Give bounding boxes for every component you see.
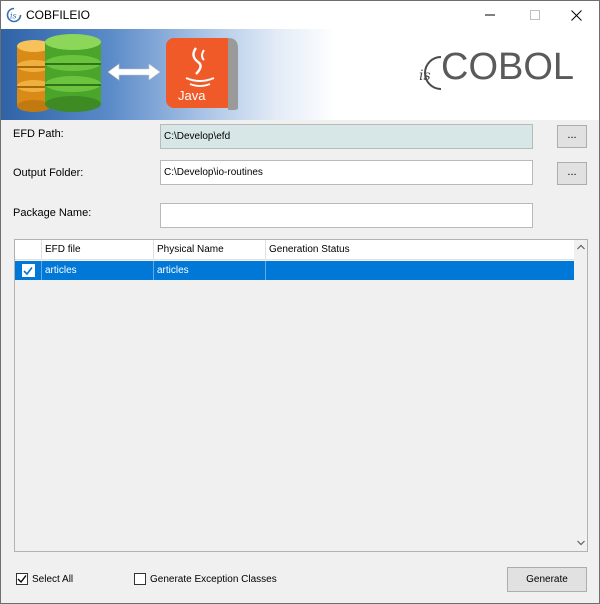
output-folder-field[interactable]: C:\Develop\io-routines [160, 160, 533, 185]
window-title: COBFILEIO [26, 8, 91, 22]
row-efd-file: articles [42, 261, 154, 280]
checkmark-icon [17, 575, 27, 584]
output-folder-label: Output Folder: [13, 167, 84, 179]
title-bar[interactable]: is COBFILEIO [1, 1, 599, 29]
scroll-down-button[interactable] [574, 536, 587, 550]
column-header-physical-name[interactable]: Physical Name [154, 240, 266, 260]
logo-wordmark: COBOL [441, 46, 575, 88]
close-button[interactable] [554, 1, 599, 29]
select-all-checkbox[interactable] [16, 573, 28, 585]
table-scrollbar[interactable] [574, 240, 587, 551]
table-row[interactable]: articles articles [15, 261, 574, 280]
close-icon [571, 9, 582, 21]
chevron-down-icon [576, 540, 585, 546]
maximize-button[interactable] [512, 1, 557, 29]
row-checkbox[interactable] [15, 261, 42, 280]
output-folder-browse-button[interactable]: ... [557, 162, 587, 185]
minimize-icon [484, 14, 495, 16]
header-banner: Java is COBOL [1, 29, 599, 120]
chevron-up-icon [576, 244, 585, 250]
generate-button[interactable]: Generate [507, 567, 587, 592]
logo-prefix: is [419, 68, 431, 84]
efd-path-label: EFD Path: [13, 128, 64, 140]
generate-exceptions-label[interactable]: Generate Exception Classes [150, 573, 277, 586]
column-header-generation-status[interactable]: Generation Status [266, 240, 574, 260]
efd-files-table[interactable]: EFD file Physical Name Generation Status… [14, 239, 588, 552]
java-logo-icon: Java [166, 38, 238, 110]
double-arrow-icon [108, 63, 160, 81]
row-generation-status [266, 261, 574, 280]
svg-text:is: is [10, 12, 17, 21]
java-logo-text: Java [178, 88, 206, 103]
package-name-label: Package Name: [13, 207, 92, 219]
scroll-up-button[interactable] [574, 240, 587, 254]
row-physical-name: articles [154, 261, 266, 280]
column-header-check [15, 240, 42, 260]
checkmark-icon [23, 266, 33, 275]
minimize-button[interactable] [467, 1, 512, 29]
package-name-field[interactable] [160, 203, 533, 228]
efd-path-field[interactable]: C:\Develop\efd [160, 124, 533, 149]
column-header-efd-file[interactable]: EFD file [42, 240, 154, 260]
select-all-label[interactable]: Select All [32, 573, 73, 586]
generate-exceptions-checkbox[interactable] [134, 573, 146, 585]
app-window: is COBFILEIO Java is COBOL EFD Path: C:\… [0, 0, 600, 604]
maximize-icon [529, 10, 540, 20]
table-header: EFD file Physical Name Generation Status [15, 240, 574, 260]
efd-path-browse-button[interactable]: ... [557, 125, 587, 148]
database-stack-icon [17, 34, 101, 112]
iscobol-app-icon: is [6, 7, 22, 23]
